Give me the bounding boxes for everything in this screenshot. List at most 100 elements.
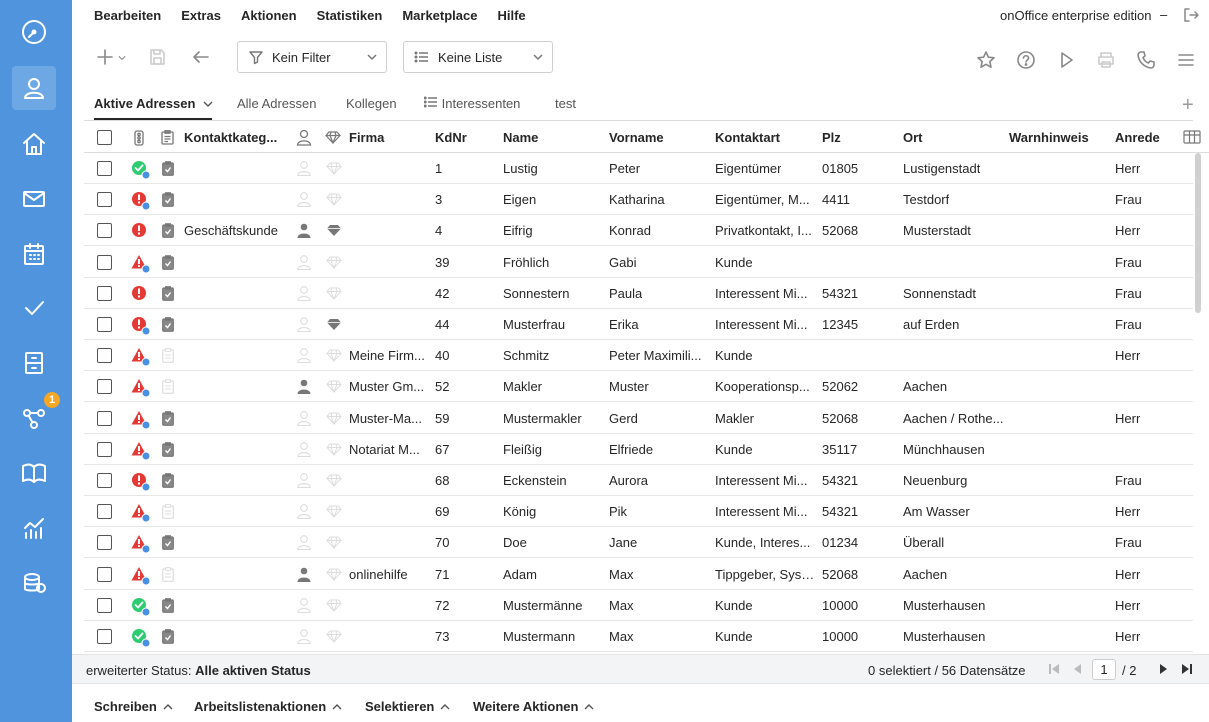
list-dropdown[interactable]: Keine Liste — [403, 41, 553, 73]
arbeitslistenaktionen-menu[interactable]: Arbeitslistenaktionen — [194, 699, 342, 714]
print-icon[interactable] — [1094, 48, 1118, 72]
menu-hilfe[interactable]: Hilfe — [497, 8, 525, 26]
table-row[interactable]: 70 Doe Jane Kunde, Interes... 01234 Überall Fr… — [84, 527, 1193, 559]
add-icon[interactable] — [93, 45, 117, 69]
table-row[interactable]: Notariat M... 67 Fleißig Elfriede Kunde 35117… — [84, 434, 1193, 465]
table-row[interactable]: onlinehilfe 71 Adam Max Tippgeber, Syst... 52… — [84, 559, 1193, 590]
schreiben-menu[interactable]: Schreiben — [94, 699, 173, 714]
save-icon[interactable] — [145, 45, 169, 69]
row-checkbox[interactable] — [97, 504, 112, 520]
home-icon[interactable] — [12, 122, 56, 166]
cell-kontaktart: Kunde — [715, 629, 753, 644]
col-name[interactable]: Name — [503, 130, 538, 145]
table-row[interactable]: Meine Firm... 40 Schmitz Peter Maximili... K… — [84, 340, 1193, 372]
menu-bearbeiten[interactable]: Bearbeiten — [94, 8, 161, 26]
mail-icon[interactable] — [12, 177, 56, 221]
row-checkbox[interactable] — [97, 192, 112, 208]
page-total: / 2 — [1122, 663, 1137, 678]
tasks-icon[interactable] — [12, 286, 56, 330]
tab-kollegen[interactable]: Kollegen — [346, 96, 397, 111]
table-row[interactable]: 72 Mustermänne Max Kunde 10000 Musterhausen He… — [84, 590, 1193, 621]
table-row[interactable]: 44 Musterfrau Erika Interessent Mi... 12345 a… — [84, 309, 1193, 340]
table-row[interactable]: Muster-Ma... 59 Mustermakler Gerd Makler 5206… — [84, 403, 1193, 434]
add-tab-button[interactable]: + — [1182, 95, 1194, 115]
tab-alle-adressen[interactable]: Alle Adressen — [237, 96, 317, 111]
back-icon[interactable] — [189, 45, 213, 69]
star-icon[interactable] — [974, 48, 998, 72]
stats-icon[interactable] — [12, 506, 56, 550]
phone-icon[interactable] — [1134, 48, 1158, 72]
col-ort[interactable]: Ort — [903, 130, 923, 145]
table-row[interactable]: Geschäftskunde 4 Eifrig Konrad Privatkontakt… — [84, 215, 1193, 247]
diamond-icon — [327, 225, 341, 237]
database-icon[interactable] — [12, 561, 56, 605]
row-checkbox[interactable] — [97, 379, 112, 395]
contacts-icon[interactable] — [12, 66, 56, 110]
row-checkbox[interactable] — [97, 473, 112, 488]
diamond-icon — [326, 630, 342, 643]
menu-marketplace[interactable]: Marketplace — [402, 8, 477, 26]
menu-statistiken[interactable]: Statistiken — [317, 8, 383, 26]
col-warnhinweis[interactable]: Warnhinweis — [1009, 130, 1089, 145]
menu-icon[interactable] — [1174, 48, 1198, 72]
cell-anrede: Herr — [1115, 597, 1141, 613]
select-all-checkbox[interactable] — [97, 130, 112, 145]
col-firma[interactable]: Firma — [349, 130, 384, 145]
calendar-icon[interactable] — [12, 232, 56, 276]
row-checkbox[interactable] — [97, 348, 112, 364]
menu-aktionen[interactable]: Aktionen — [241, 8, 297, 26]
table-row[interactable]: 39 Fröhlich Gabi Kunde Frau — [84, 247, 1193, 278]
selektieren-menu[interactable]: Selektieren — [365, 699, 450, 714]
page-input[interactable]: 1 — [1092, 659, 1116, 680]
add-dropdown-icon[interactable] — [115, 48, 129, 68]
row-checkbox[interactable] — [97, 566, 112, 582]
prev-page-icon[interactable] — [1070, 662, 1084, 676]
dashboard-icon[interactable] — [12, 10, 56, 54]
column-settings-icon[interactable] — [1183, 130, 1201, 144]
scrollbar[interactable] — [1195, 153, 1201, 313]
filter-dropdown[interactable]: Kein Filter — [237, 41, 387, 73]
row-checkbox[interactable] — [97, 223, 112, 239]
col-vorname[interactable]: Vorname — [609, 130, 664, 145]
col-plz[interactable]: Plz — [822, 130, 841, 145]
tab-interessenten[interactable]: Interessenten — [423, 96, 520, 111]
row-checkbox[interactable] — [97, 410, 112, 426]
table-row[interactable]: Muster Gm... 52 Makler Muster Kooperationsp.… — [84, 371, 1193, 403]
row-checkbox[interactable] — [97, 285, 112, 301]
next-page-icon[interactable] — [1157, 662, 1171, 676]
row-checkbox[interactable] — [97, 535, 112, 551]
first-page-icon[interactable] — [1047, 662, 1061, 676]
cell-vorname: Peter — [609, 161, 641, 176]
tab-aktive-adressen[interactable]: Aktive Adressen — [94, 96, 213, 111]
logout-icon[interactable] — [1182, 6, 1200, 24]
clipboard-icon — [162, 317, 174, 332]
menu-extras[interactable]: Extras — [181, 8, 221, 26]
col-kdnr[interactable]: KdNr — [435, 130, 467, 145]
col-anrede[interactable]: Anrede — [1115, 130, 1160, 145]
table-row[interactable]: 1 Lustig Peter Eigentümer 01805 Lustigenstadt… — [84, 153, 1193, 184]
row-checkbox[interactable] — [97, 441, 112, 457]
tab-test[interactable]: test — [555, 96, 576, 111]
play-icon[interactable] — [1054, 48, 1078, 72]
row-checkbox[interactable] — [97, 629, 112, 644]
workflow-icon[interactable]: 1 — [12, 390, 62, 440]
col-kontaktart[interactable]: Kontaktart — [715, 130, 780, 145]
row-checkbox[interactable] — [97, 254, 112, 270]
extended-status[interactable]: erweiterter Status: Alle aktiven Status — [86, 663, 311, 678]
row-checkbox[interactable] — [97, 317, 112, 332]
row-checkbox[interactable] — [97, 597, 112, 613]
table-row[interactable]: 68 Eckenstein Aurora Interessent Mi... 54321… — [84, 465, 1193, 496]
archive-icon[interactable] — [12, 341, 56, 385]
table-row[interactable]: 42 Sonnestern Paula Interessent Mi... 54321 S… — [84, 278, 1193, 309]
help-icon[interactable] — [1014, 48, 1038, 72]
minimize-button[interactable]: – — [1160, 7, 1167, 22]
table-row[interactable]: 3 Eigen Katharina Eigentümer, M... 4411 Testd… — [84, 184, 1193, 216]
book-icon[interactable] — [12, 451, 56, 495]
row-checkbox[interactable] — [97, 161, 112, 176]
cell-kontaktart: Interessent Mi... — [715, 473, 808, 488]
table-row[interactable]: 69 König Pik Interessent Mi... 54321 Am Wasse… — [84, 496, 1193, 528]
col-kontaktkategorie[interactable]: Kontaktkateg... — [184, 130, 277, 145]
table-row[interactable]: 73 Mustermann Max Kunde 10000 Musterhausen Her… — [84, 621, 1193, 652]
weitere-aktionen-menu[interactable]: Weitere Aktionen — [473, 699, 594, 714]
last-page-icon[interactable] — [1180, 662, 1194, 676]
